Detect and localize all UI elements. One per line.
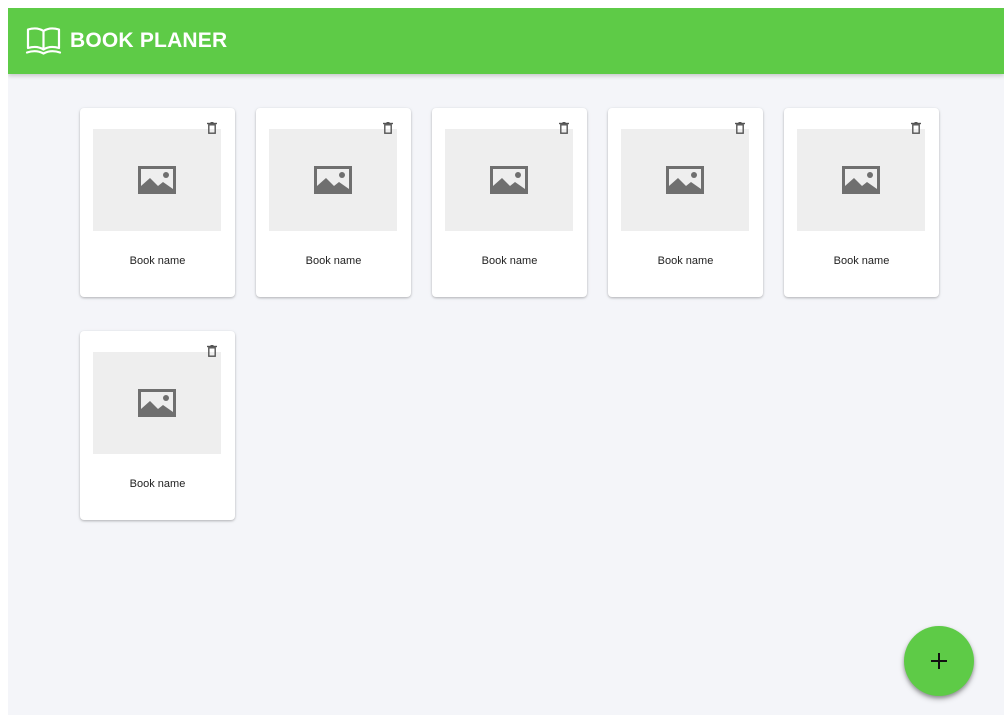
image-placeholder-icon — [665, 165, 705, 195]
trash-icon — [207, 122, 217, 134]
delete-book-button[interactable] — [559, 122, 569, 134]
image-placeholder-icon — [137, 165, 177, 195]
image-placeholder-icon — [137, 388, 177, 418]
book-name: Book name — [129, 478, 186, 490]
delete-book-button[interactable] — [207, 122, 217, 134]
book-card[interactable]: Book name — [432, 108, 587, 297]
book-name: Book name — [129, 255, 186, 267]
trash-icon — [383, 122, 393, 134]
delete-book-button[interactable] — [735, 122, 745, 134]
trash-icon — [911, 122, 921, 134]
image-placeholder-icon — [313, 165, 353, 195]
book-card[interactable]: Book name — [80, 108, 235, 297]
book-name: Book name — [481, 255, 538, 267]
book-card[interactable]: Book name — [784, 108, 939, 297]
book-cover-placeholder — [797, 129, 925, 231]
delete-book-button[interactable] — [383, 122, 393, 134]
open-book-icon — [25, 25, 62, 57]
trash-icon — [735, 122, 745, 134]
book-cover-placeholder — [269, 129, 397, 231]
image-placeholder-icon — [489, 165, 529, 195]
book-name: Book name — [833, 255, 890, 267]
plus-icon — [929, 651, 949, 671]
trash-icon — [559, 122, 569, 134]
app-frame: BOOK PLANER Book name Book name Book nam… — [8, 8, 1004, 715]
book-cover-placeholder — [93, 352, 221, 454]
image-placeholder-icon — [841, 165, 881, 195]
book-card[interactable]: Book name — [256, 108, 411, 297]
book-cover-placeholder — [621, 129, 749, 231]
app-title: BOOK PLANER — [70, 29, 228, 52]
book-name: Book name — [657, 255, 714, 267]
book-cover-placeholder — [445, 129, 573, 231]
book-cover-placeholder — [93, 129, 221, 231]
add-book-button[interactable] — [904, 626, 974, 696]
trash-icon — [207, 345, 217, 357]
delete-book-button[interactable] — [911, 122, 921, 134]
book-name: Book name — [305, 255, 362, 267]
book-card[interactable]: Book name — [608, 108, 763, 297]
delete-book-button[interactable] — [207, 345, 217, 357]
book-card[interactable]: Book name — [80, 331, 235, 520]
app-bar: BOOK PLANER — [8, 8, 1004, 74]
